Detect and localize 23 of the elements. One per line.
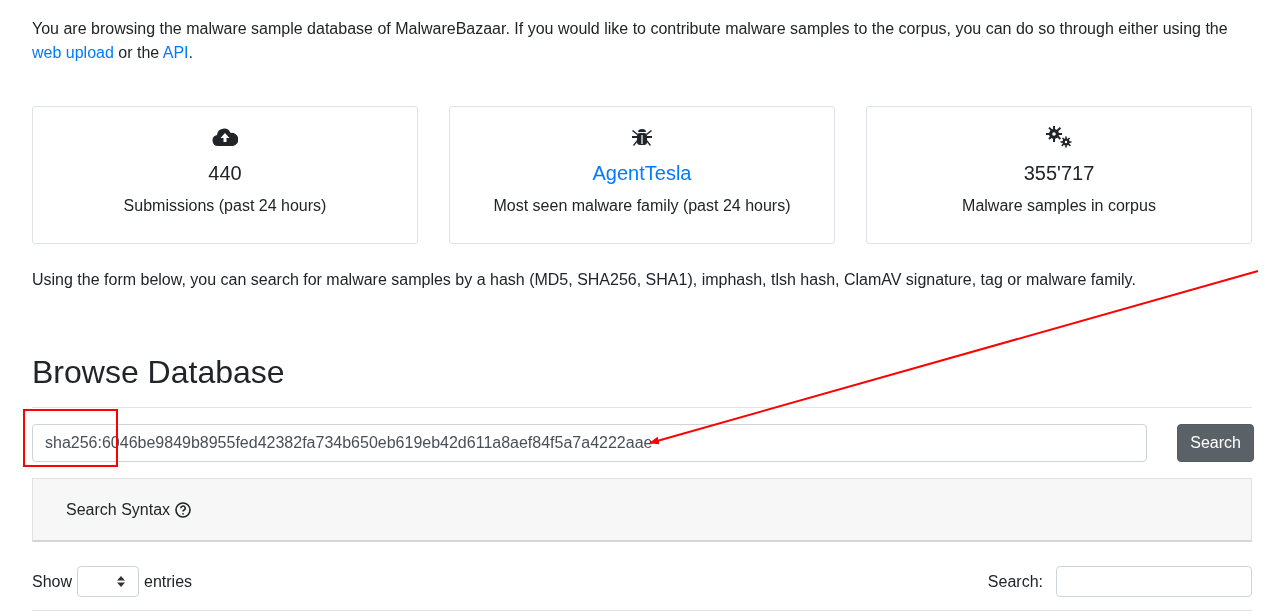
page-heading: Browse Database [32, 353, 286, 392]
table-search-field[interactable] [1056, 566, 1252, 597]
cloud-upload-icon [212, 127, 238, 147]
stat-label: Submissions (past 24 hours) [123, 196, 327, 216]
entries-select[interactable] [77, 566, 140, 597]
stat-label: Most seen malware family (past 24 hours) [493, 196, 791, 216]
bug-icon [631, 126, 653, 148]
sort-caret-icon [117, 576, 126, 587]
stat-value: 440 [208, 161, 242, 185]
stat-value: 355'717 [1023, 161, 1095, 185]
family-link[interactable]: AgentTesla [592, 161, 692, 185]
entries-label: entries [144, 571, 193, 592]
syntax-toggle[interactable]: Search Syntax [66, 497, 171, 522]
search-button[interactable]: Search [1177, 424, 1254, 462]
form-hint: Using the form below, you can search for malware samples by a hash (MD5, SHA256, SHA1), imphash, tlsh hash, ClamAV signature, tag or malware family. [32, 270, 1137, 290]
stat-label: Malware samples in corpus [962, 196, 1156, 216]
link[interactable]: web upload [32, 44, 114, 61]
search-label: Search: [987, 571, 1043, 592]
gears-icon [1045, 126, 1073, 148]
intro-text: You are browsing the malware sample database of MalwareBazaar. If you would like to contribute malware samples to the corpus, you can do so through either using the web upload or the API. [32, 19, 1229, 63]
help-icon [175, 501, 192, 518]
show-label: Show [32, 571, 73, 592]
link[interactable]: API [162, 44, 189, 61]
